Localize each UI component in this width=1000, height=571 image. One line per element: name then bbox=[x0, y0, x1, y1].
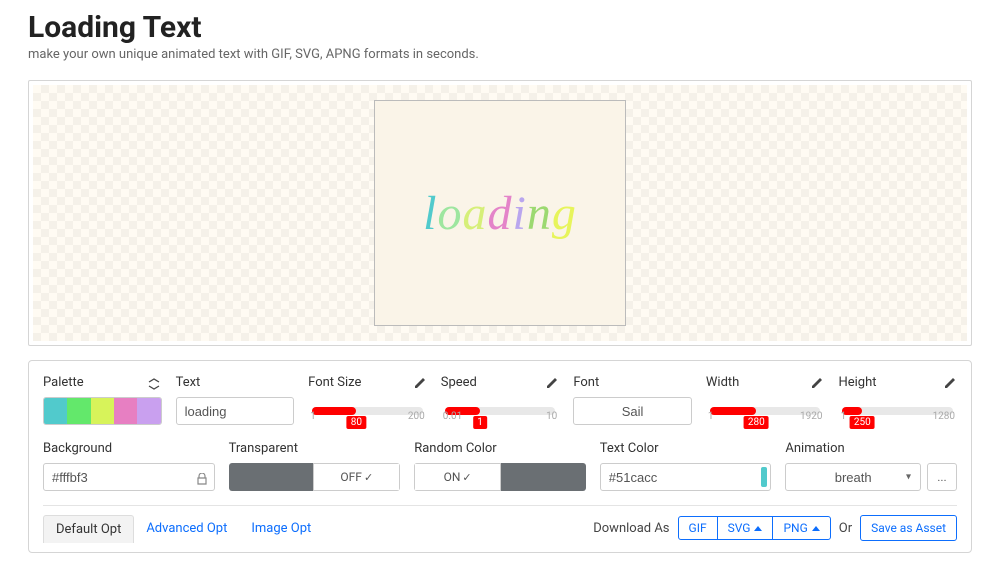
palette-expand-icon[interactable] bbox=[148, 375, 162, 389]
background-input[interactable] bbox=[43, 463, 215, 491]
width-edit-icon[interactable] bbox=[810, 375, 824, 389]
save-as-asset-button[interactable]: Save as Asset bbox=[860, 515, 957, 541]
font-size-slider[interactable]: 80 1 200 bbox=[308, 397, 427, 425]
tab-image-opt[interactable]: Image Opt bbox=[239, 515, 323, 542]
preview-card: loading bbox=[28, 80, 972, 346]
or-text: Or bbox=[839, 521, 852, 536]
text-color-swatch bbox=[761, 467, 767, 487]
palette-label: Palette bbox=[43, 375, 84, 390]
preview-inner: loading bbox=[374, 100, 626, 326]
format-svg-button[interactable]: SVG bbox=[717, 517, 773, 539]
caret-up-icon bbox=[754, 526, 762, 531]
lock-icon bbox=[197, 470, 207, 489]
text-color-label: Text Color bbox=[600, 441, 659, 456]
random-color-label: Random Color bbox=[414, 441, 497, 456]
width-slider[interactable]: 280 1 1920 bbox=[706, 397, 825, 425]
preview-text: loading bbox=[423, 186, 577, 241]
preview-canvas: loading bbox=[33, 85, 967, 341]
format-button-group: GIFSVG PNG bbox=[678, 516, 831, 540]
speed-slider[interactable]: 1 0.01 10 bbox=[441, 397, 560, 425]
animation-label: Animation bbox=[785, 441, 844, 456]
caret-up-icon bbox=[812, 526, 820, 531]
check-icon: ✓ bbox=[364, 471, 373, 484]
transparent-label: Transparent bbox=[229, 441, 298, 456]
tab-advanced-opt[interactable]: Advanced Opt bbox=[134, 515, 239, 542]
text-input[interactable] bbox=[176, 397, 295, 425]
height-edit-icon[interactable] bbox=[943, 375, 957, 389]
font-label: Font bbox=[573, 375, 599, 390]
speed-label: Speed bbox=[441, 375, 477, 390]
download-as-label: Download As bbox=[593, 521, 669, 536]
height-slider[interactable]: 250 1 1280 bbox=[838, 397, 957, 425]
width-label: Width bbox=[706, 375, 739, 390]
page-title: Loading Text bbox=[28, 10, 972, 45]
format-png-button[interactable]: PNG bbox=[772, 517, 829, 539]
background-label: Background bbox=[43, 441, 112, 456]
animation-more-button[interactable]: ... bbox=[927, 463, 957, 491]
random-color-toggle[interactable]: ON✓ bbox=[414, 463, 586, 491]
text-color-input[interactable] bbox=[600, 463, 772, 491]
page-subtitle: make your own unique animated text with … bbox=[28, 47, 972, 62]
text-label: Text bbox=[176, 375, 201, 390]
font-size-edit-icon[interactable] bbox=[413, 375, 427, 389]
font-select[interactable] bbox=[573, 397, 692, 425]
bottom-bar: Default Opt Advanced Opt Image Opt Downl… bbox=[43, 505, 957, 552]
font-size-label: Font Size bbox=[308, 375, 361, 390]
caret-down-icon: ▾ bbox=[906, 472, 911, 483]
check-icon: ✓ bbox=[462, 471, 471, 484]
controls-panel: Palette Text Font Size 80 1 200 bbox=[28, 360, 972, 553]
format-gif-button[interactable]: GIF bbox=[679, 517, 717, 539]
speed-edit-icon[interactable] bbox=[545, 375, 559, 389]
height-label: Height bbox=[838, 375, 876, 390]
palette-swatches[interactable] bbox=[43, 397, 162, 425]
animation-select[interactable] bbox=[785, 463, 921, 491]
tab-default-opt[interactable]: Default Opt bbox=[43, 515, 134, 543]
transparent-toggle[interactable]: OFF✓ bbox=[229, 463, 401, 491]
